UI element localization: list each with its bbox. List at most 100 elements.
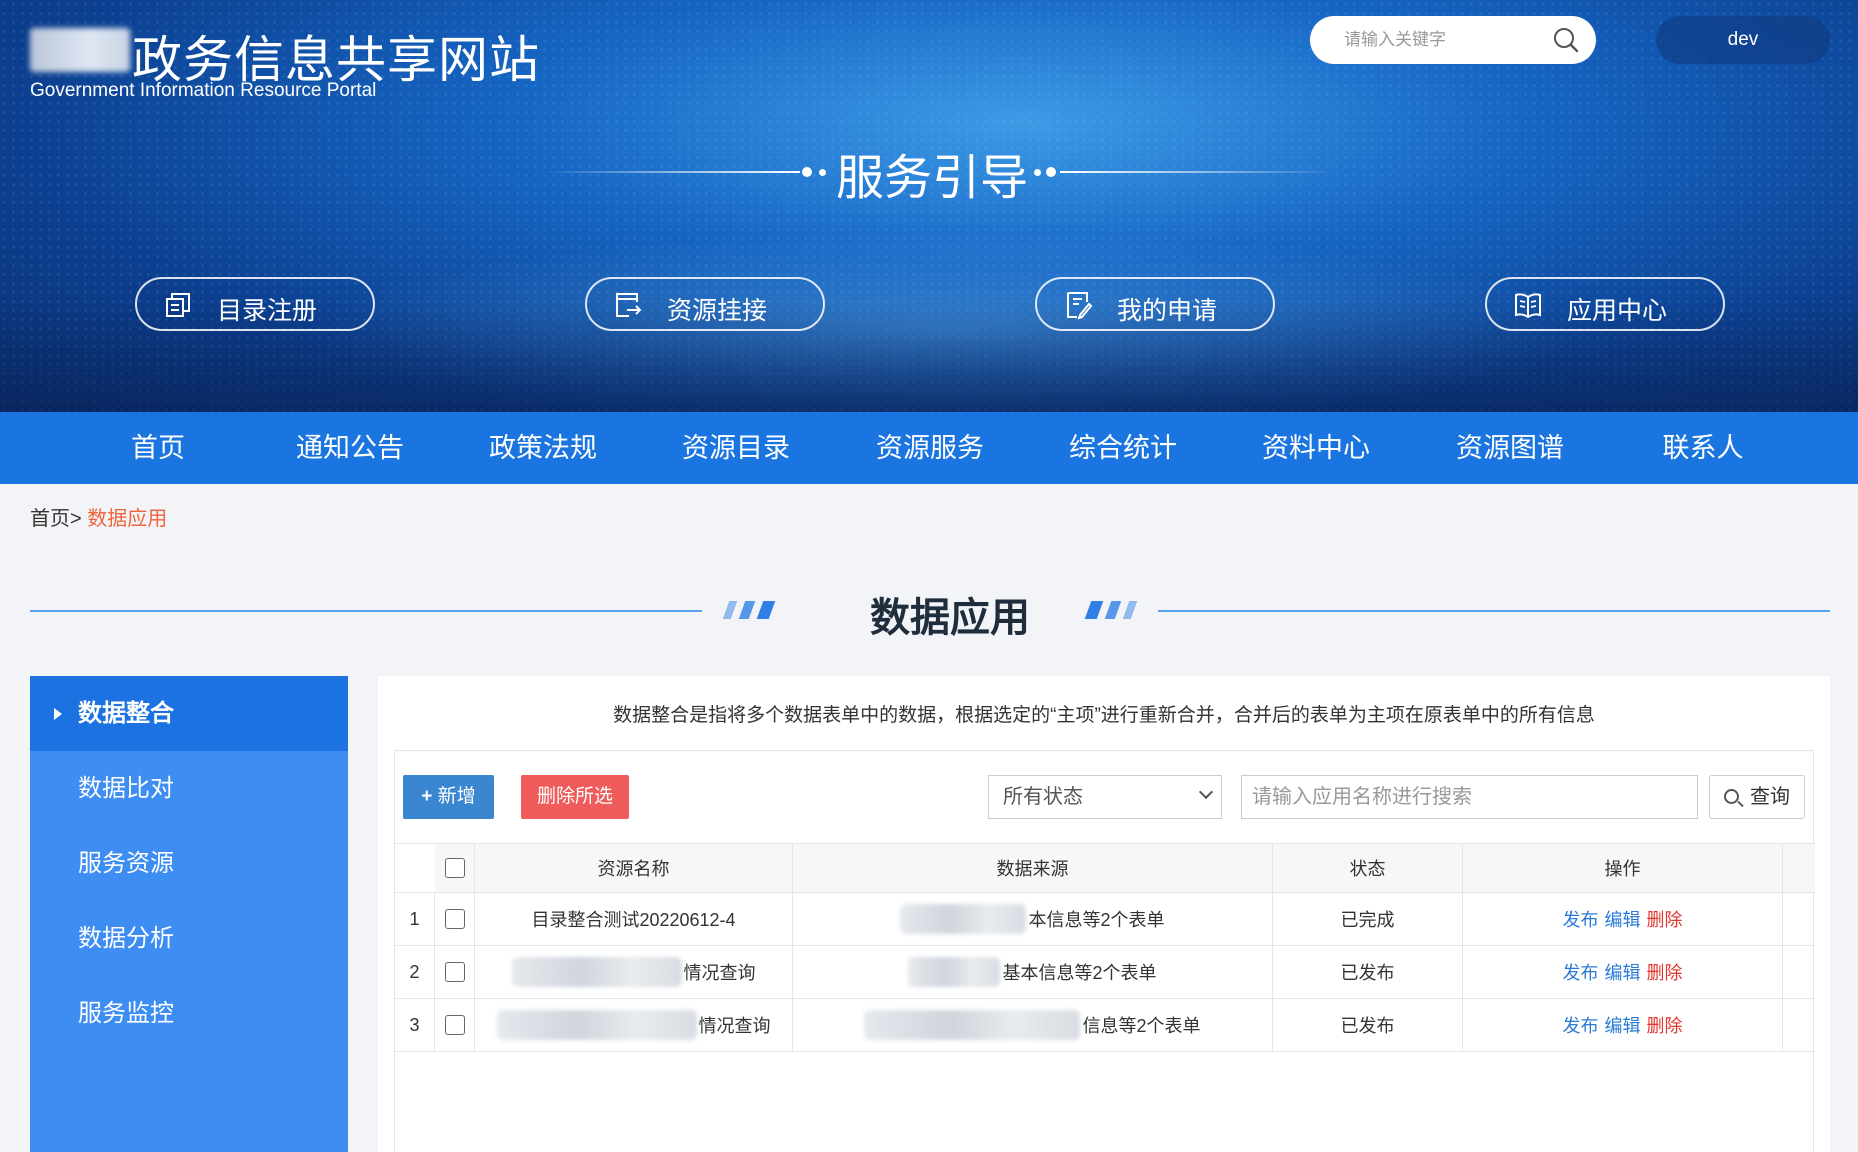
status-cell: 已发布 [1273,999,1463,1051]
section-slash-decoration [738,601,756,619]
search-icon[interactable] [1552,26,1580,54]
data-source-text: 本信息等2个表单 [1028,910,1165,930]
data-source-cell: 信息等2个表单 [793,999,1273,1051]
redacted-text [511,957,682,987]
nav-item-statistics[interactable]: 综合统计 [1043,412,1203,484]
publish-link[interactable]: 发布 [1563,959,1599,985]
breadcrumb-home[interactable]: 首页> [30,508,82,530]
nav-item-contacts[interactable]: 联系人 [1623,412,1783,484]
site-logo [30,28,130,72]
edit-link[interactable]: 编辑 [1605,906,1641,932]
service-button-label: 我的申请 [1117,297,1218,325]
sidebar-item-service-monitoring[interactable]: 服务监控 [30,976,348,1051]
guide-line-right [1060,171,1340,173]
delete-link[interactable]: 删除 [1647,906,1683,932]
guide-title: 服务引导 [835,152,1028,205]
section-slash-decoration [1104,601,1122,619]
resource-name-cell: 情况查询 [475,999,793,1051]
table-header-index [395,844,435,892]
sidebar-item-service-resources[interactable]: 服务资源 [30,826,348,901]
actions-cell: 发布 编辑 删除 [1463,946,1783,998]
nav-item-resource-graph[interactable]: 资源图谱 [1430,412,1590,484]
query-button[interactable]: 查询 [1709,775,1805,819]
add-button[interactable]: + 新增 [403,775,494,819]
row-number: 2 [395,946,435,998]
service-button-resource-mount[interactable]: 资源挂接 [585,277,825,331]
main-nav: 首页 通知公告 政策法规 资源目录 资源服务 综合统计 资料中心 资源图谱 联系… [0,412,1858,484]
resource-name-text: 情况查询 [698,1016,771,1036]
query-button-label: 查询 [1750,786,1790,808]
nav-item-home[interactable]: 首页 [78,412,238,484]
publish-link[interactable]: 发布 [1563,906,1599,932]
delete-link[interactable]: 删除 [1647,1012,1683,1038]
my-application-icon [1067,292,1093,320]
service-button-label: 目录注册 [217,297,318,325]
row-checkbox[interactable] [444,1015,465,1035]
row-number: 1 [395,893,435,945]
sidebar-item-data-analysis[interactable]: 数据分析 [30,901,348,976]
header-search-input[interactable] [1344,28,1544,52]
sidebar-item-label: 数据比对 [78,775,174,802]
service-button-my-application[interactable]: 我的申请 [1035,277,1275,331]
sidebar: 数据整合 数据比对 服务资源 数据分析 服务监控 [30,676,348,1152]
redacted-text [864,1010,1081,1040]
section-heading: 数据应用 [30,585,1830,640]
status-select[interactable]: 所有状态 [988,775,1222,819]
data-source-text: 基本信息等2个表单 [1002,963,1157,983]
description-text: 数据整合是指将多个数据表单中的数据，根据选定的“主项”进行重新合并，合并后的表单… [613,705,1595,726]
guide-dot [1034,169,1041,176]
sidebar-item-label: 服务资源 [78,850,174,877]
nav-item-documents[interactable]: 资料中心 [1236,412,1396,484]
data-source-cell: 基本信息等2个表单 [793,946,1273,998]
redacted-text [496,1010,697,1040]
status-cell: 已完成 [1273,893,1463,945]
resource-name-cell: 情况查询 [475,946,793,998]
catalog-register-icon [166,293,190,317]
user-menu[interactable]: dev [1656,16,1830,64]
delete-selected-button[interactable]: 删除所选 [521,775,629,819]
plus-icon: + [421,786,433,807]
redacted-text [908,957,1001,987]
chevron-down-icon [1198,784,1214,800]
row-checkbox[interactable] [444,909,465,929]
app-search-input[interactable]: 请输入应用名称进行搜索 [1241,775,1698,819]
header-banner: 政务信息共享网站 Government Information Resource… [0,0,1858,412]
sidebar-item-data-integration[interactable]: 数据整合 [30,676,348,751]
row-checkbox[interactable] [444,962,465,982]
nav-item-policies[interactable]: 政策法规 [463,412,623,484]
nav-item-notices[interactable]: 通知公告 [270,412,430,484]
nav-item-resource-services[interactable]: 资源服务 [850,412,1010,484]
site-subtitle: Government Information Resource Portal [30,80,377,101]
table-header-row: 资源名称 数据来源 状态 操作 [395,843,1815,893]
status-select-value: 所有状态 [1003,786,1083,808]
publish-link[interactable]: 发布 [1563,1012,1599,1038]
delete-link[interactable]: 删除 [1647,959,1683,985]
nav-item-resource-catalog[interactable]: 资源目录 [656,412,816,484]
section-title: 数据应用 [870,596,1030,640]
search-icon [1724,789,1739,804]
edit-link[interactable]: 编辑 [1605,1012,1641,1038]
edit-link[interactable]: 编辑 [1605,959,1641,985]
redacted-text [900,904,1027,934]
data-integration-panel: + 新增 删除所选 所有状态 请输入应用名称进行搜索 查询 资源名称 数据来源 … [394,750,1815,1152]
section-slash-decoration [1122,601,1138,619]
sidebar-item-label: 服务监控 [78,1000,174,1027]
service-guide-heading: 服务引导 [540,138,1340,205]
section-slash-decoration [1084,601,1104,619]
header-search-box [1310,16,1596,64]
service-button-label: 应用中心 [1567,297,1668,325]
section-line-right [1158,610,1830,612]
sidebar-item-label: 数据整合 [78,700,174,727]
row-checkbox-cell [435,999,475,1051]
resource-name-cell: 目录整合测试20220612-4 [475,893,793,945]
service-button-catalog-register[interactable]: 目录注册 [135,277,375,331]
add-button-label: 新增 [437,786,476,807]
main-panel: 数据整合是指将多个数据表单中的数据，根据选定的“主项”进行重新合并，合并后的表单… [378,676,1830,1152]
select-all-checkbox[interactable] [444,858,465,878]
service-button-app-center[interactable]: 应用中心 [1485,277,1725,331]
actions-cell: 发布 编辑 删除 [1463,893,1783,945]
actions-cell: 发布 编辑 删除 [1463,999,1783,1051]
guide-line-left [540,171,800,173]
sidebar-item-data-comparison[interactable]: 数据比对 [30,751,348,826]
table-row: 3 情况查询 信息等2个表单 已发布 发布 编辑 删除 [395,999,1815,1052]
